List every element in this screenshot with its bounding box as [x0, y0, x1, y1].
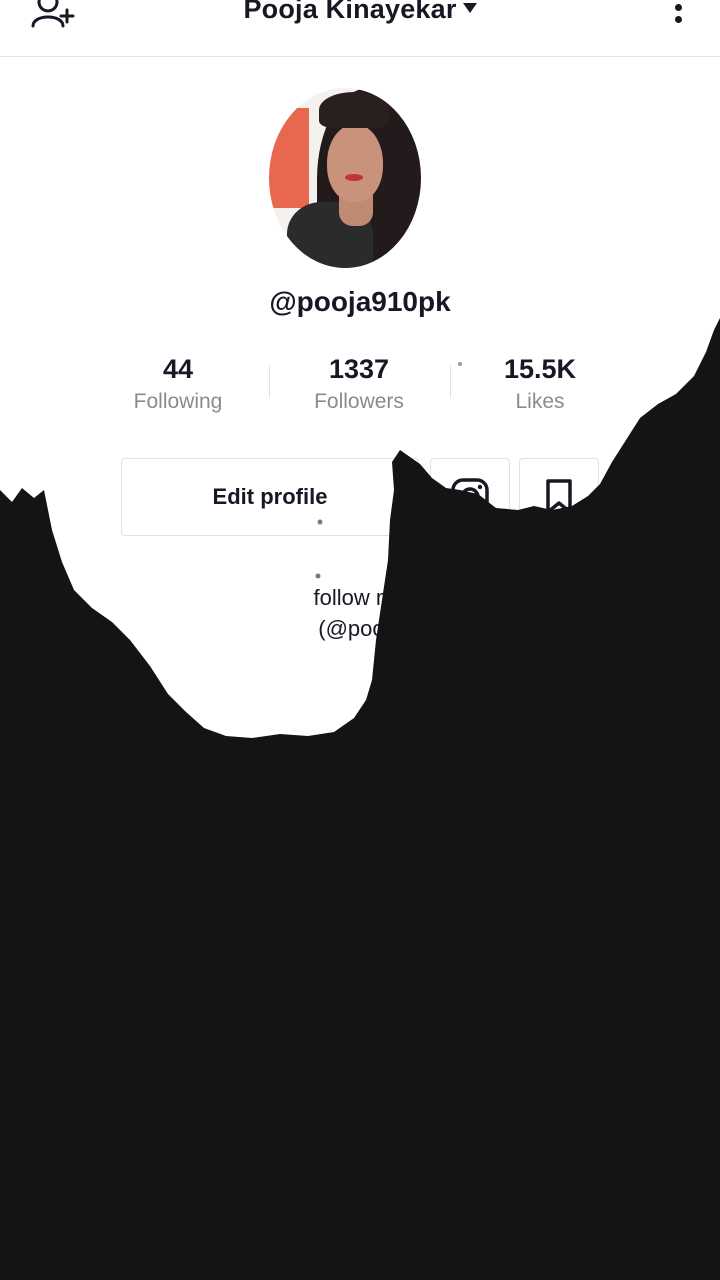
instagram-button[interactable] [430, 458, 510, 536]
following-count: 44 [162, 354, 194, 384]
username: @pooja910pk [269, 286, 451, 317]
caret-down-icon [462, 3, 477, 13]
stat-likes[interactable]: 15.5K Likes [450, 352, 630, 414]
likes-count: 15.5K [503, 354, 577, 384]
bookmark-button[interactable] [519, 458, 599, 536]
stat-followers[interactable]: 1337 Followers [269, 352, 449, 414]
likes-label: Likes [515, 390, 565, 413]
avatar[interactable] [269, 88, 421, 268]
following-label: Following [133, 390, 223, 413]
followers-count: 1337 [328, 354, 390, 384]
bio-line-1: follow me [313, 585, 407, 610]
more-vertical-icon[interactable] [670, 4, 686, 28]
profile-screen: Pooja Kinayekar @pooja910pk 44 Following… [0, 0, 720, 1280]
account-name: Pooja Kinayekar [243, 0, 457, 24]
edit-profile-button[interactable]: Edit profile [121, 458, 419, 536]
top-bar: Pooja Kinayekar [0, 0, 720, 57]
stat-following[interactable]: 44 Following [88, 352, 268, 414]
bio: follow me (@pooja [0, 582, 720, 644]
profile-stats: 44 Following 1337 Followers 15.5K Likes [88, 352, 632, 432]
bookmark-icon [546, 479, 572, 514]
instagram-icon [451, 478, 489, 516]
account-switcher[interactable]: Pooja Kinayekar [0, 0, 720, 25]
bio-line-2: (@pooja [318, 616, 402, 641]
followers-label: Followers [314, 390, 404, 413]
